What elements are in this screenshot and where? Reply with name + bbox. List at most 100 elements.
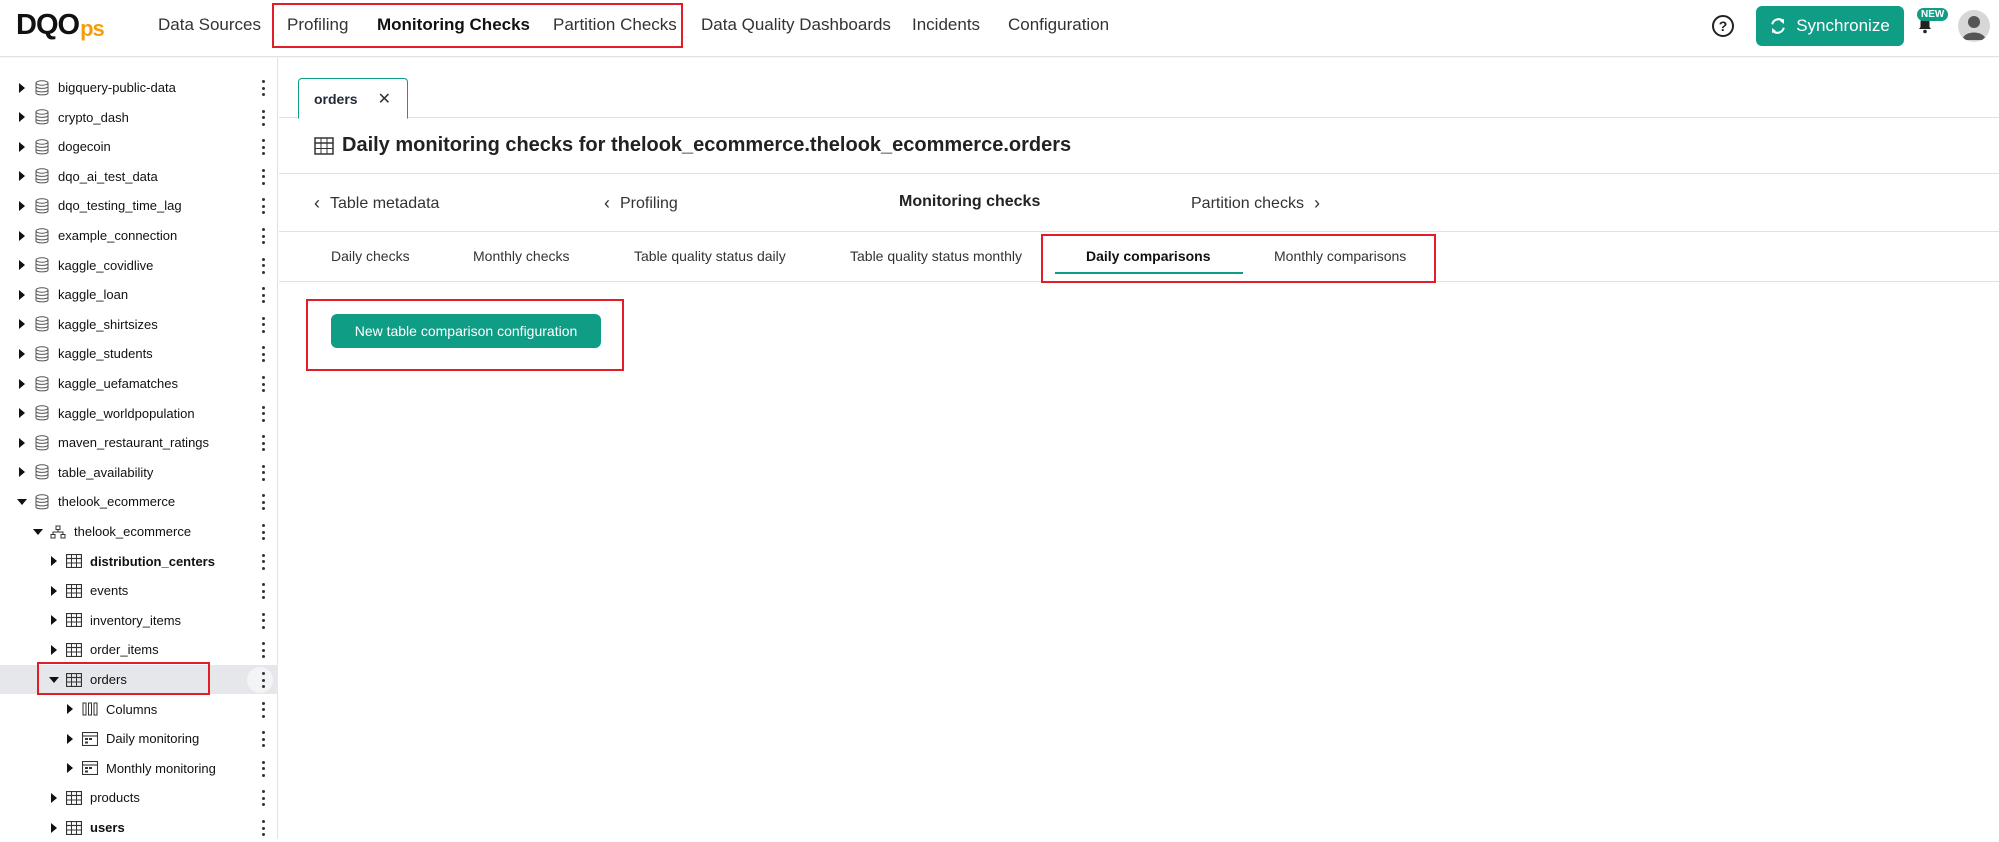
caret-right-icon[interactable] <box>16 230 28 242</box>
tree-item[interactable]: kaggle_students <box>0 339 278 368</box>
caret-right-icon[interactable] <box>48 644 60 656</box>
tab-daily-checks[interactable]: Daily checks <box>331 248 410 264</box>
tab-daily-comparisons[interactable]: Daily comparisons <box>1086 248 1211 264</box>
caret-right-icon[interactable] <box>48 585 60 597</box>
caret-right-icon[interactable] <box>16 378 28 390</box>
tree-item[interactable]: thelook_ecommerce <box>0 487 278 516</box>
caret-down-icon[interactable] <box>32 526 44 538</box>
kebab-menu-icon[interactable] <box>256 287 270 303</box>
tree-item[interactable]: Columns <box>0 695 278 724</box>
question-circle-icon[interactable]: ? <box>1712 15 1734 37</box>
kebab-menu-icon[interactable] <box>256 169 270 185</box>
tree-item[interactable]: Daily monitoring <box>0 724 278 753</box>
tree-item[interactable]: dqo_testing_time_lag <box>0 191 278 220</box>
nav-data-sources[interactable]: Data Sources <box>158 15 261 35</box>
tab-table-quality-status-monthly[interactable]: Table quality status monthly <box>850 248 1022 264</box>
tree-item[interactable]: dogecoin <box>0 132 278 161</box>
tree-item[interactable]: order_items <box>0 635 278 664</box>
caret-right-icon[interactable] <box>48 555 60 567</box>
tree-item[interactable]: kaggle_uefamatches <box>0 369 278 398</box>
nav-monitoring-checks[interactable]: Monitoring Checks <box>377 15 530 35</box>
caret-down-icon[interactable] <box>48 674 60 686</box>
caret-right-icon[interactable] <box>48 792 60 804</box>
kebab-menu-icon[interactable] <box>256 613 270 629</box>
kebab-menu-icon[interactable] <box>256 198 270 214</box>
caret-right-icon[interactable] <box>64 762 76 774</box>
tree-item[interactable]: example_connection <box>0 221 278 250</box>
caret-right-icon[interactable] <box>48 614 60 626</box>
tree-item[interactable]: maven_restaurant_ratings <box>0 428 278 457</box>
nav-configuration[interactable]: Configuration <box>1008 15 1109 35</box>
kebab-menu-icon[interactable] <box>256 258 270 274</box>
kebab-menu-icon[interactable] <box>256 672 270 688</box>
caret-down-icon[interactable] <box>16 496 28 508</box>
kebab-menu-icon[interactable] <box>256 110 270 126</box>
tree-item[interactable]: thelook_ecommerce <box>0 517 278 546</box>
kebab-menu-icon[interactable] <box>256 376 270 392</box>
kebab-menu-icon[interactable] <box>256 494 270 510</box>
nav-table-metadata[interactable]: ‹ Table metadata <box>314 193 439 214</box>
kebab-menu-icon[interactable] <box>256 731 270 747</box>
caret-right-icon[interactable] <box>16 407 28 419</box>
caret-right-icon[interactable] <box>16 141 28 153</box>
tree-item[interactable]: bigquery-public-data <box>0 73 278 102</box>
tree-item[interactable]: orders <box>0 665 278 694</box>
tab-table-quality-status-daily[interactable]: Table quality status daily <box>634 248 786 264</box>
kebab-menu-icon[interactable] <box>256 790 270 806</box>
caret-right-icon[interactable] <box>64 733 76 745</box>
tree-item[interactable]: kaggle_shirtsizes <box>0 310 278 339</box>
kebab-menu-icon[interactable] <box>256 465 270 481</box>
kebab-menu-icon[interactable] <box>256 554 270 570</box>
caret-right-icon[interactable] <box>16 82 28 94</box>
nav-data-quality-dashboards[interactable]: Data Quality Dashboards <box>701 15 891 35</box>
kebab-menu-icon[interactable] <box>256 761 270 777</box>
tree-item[interactable]: Monthly monitoring <box>0 754 278 783</box>
tree-item[interactable]: users <box>0 813 278 842</box>
caret-right-icon[interactable] <box>16 437 28 449</box>
nav-partition-checks[interactable]: Partition Checks <box>553 15 677 35</box>
tree-item[interactable]: products <box>0 783 278 812</box>
open-tab-orders[interactable]: orders ✕ <box>298 78 408 119</box>
user-avatar[interactable] <box>1958 10 1990 42</box>
nav-incidents[interactable]: Incidents <box>912 15 980 35</box>
tree-item[interactable]: events <box>0 576 278 605</box>
caret-right-icon[interactable] <box>16 466 28 478</box>
new-table-comparison-button[interactable]: New table comparison configuration <box>331 314 601 348</box>
kebab-menu-icon[interactable] <box>256 820 270 836</box>
tree-item[interactable]: distribution_centers <box>0 547 278 576</box>
kebab-menu-icon[interactable] <box>256 228 270 244</box>
kebab-menu-icon[interactable] <box>256 346 270 362</box>
synchronize-button[interactable]: Synchronize <box>1756 6 1904 46</box>
caret-right-icon[interactable] <box>64 703 76 715</box>
tree-item[interactable]: dqo_ai_test_data <box>0 162 278 191</box>
nav-profiling[interactable]: Profiling <box>287 15 348 35</box>
caret-right-icon[interactable] <box>16 318 28 330</box>
tree-item[interactable]: table_availability <box>0 458 278 487</box>
nav-partition-checks-section[interactable]: Partition checks › <box>1191 193 1320 214</box>
caret-right-icon[interactable] <box>16 111 28 123</box>
caret-right-icon[interactable] <box>16 170 28 182</box>
nav-profiling-section[interactable]: ‹ Profiling <box>604 193 678 214</box>
nav-monitoring-checks-section[interactable]: Monitoring checks <box>899 193 1040 211</box>
kebab-menu-icon[interactable] <box>256 317 270 333</box>
caret-right-icon[interactable] <box>16 289 28 301</box>
tab-monthly-comparisons[interactable]: Monthly comparisons <box>1274 248 1406 264</box>
caret-right-icon[interactable] <box>16 259 28 271</box>
tree-item[interactable]: kaggle_worldpopulation <box>0 399 278 428</box>
kebab-menu-icon[interactable] <box>256 702 270 718</box>
tree-item[interactable]: inventory_items <box>0 606 278 635</box>
kebab-menu-icon[interactable] <box>256 642 270 658</box>
kebab-menu-icon[interactable] <box>256 435 270 451</box>
caret-right-icon[interactable] <box>48 822 60 834</box>
kebab-menu-icon[interactable] <box>256 406 270 422</box>
tree-item[interactable]: kaggle_covidlive <box>0 251 278 280</box>
caret-right-icon[interactable] <box>16 348 28 360</box>
caret-right-icon[interactable] <box>16 200 28 212</box>
dqops-logo[interactable]: DQOps <box>16 12 104 42</box>
kebab-menu-icon[interactable] <box>256 583 270 599</box>
close-icon[interactable]: ✕ <box>378 89 391 109</box>
tree-item[interactable]: crypto_dash <box>0 103 278 132</box>
tree-item[interactable]: kaggle_loan <box>0 280 278 309</box>
tab-monthly-checks[interactable]: Monthly checks <box>473 248 569 264</box>
kebab-menu-icon[interactable] <box>256 524 270 540</box>
